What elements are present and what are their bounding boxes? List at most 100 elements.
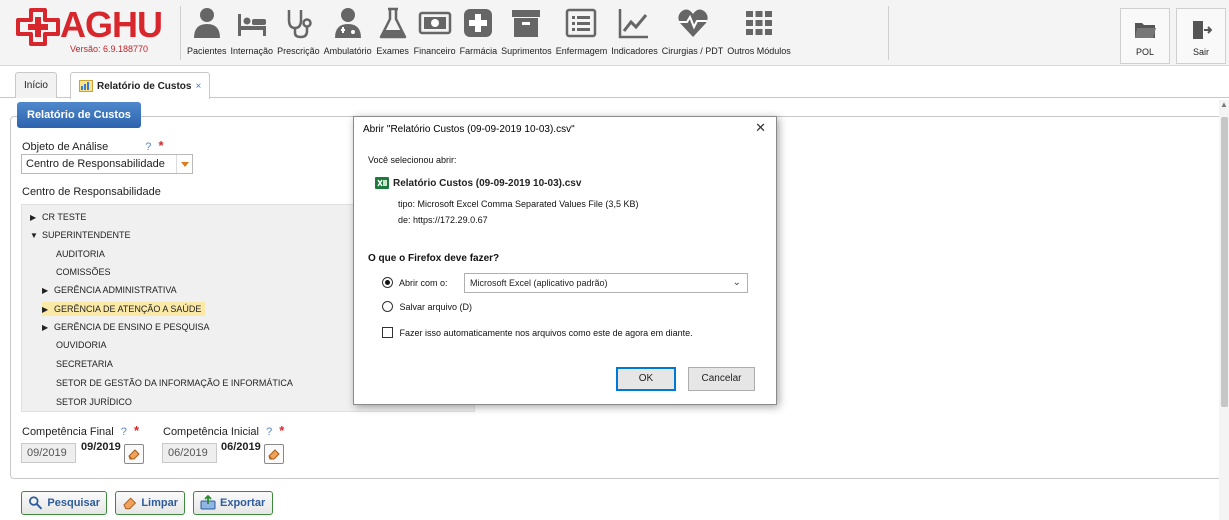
money-icon: [418, 11, 451, 35]
doctor-icon: [334, 8, 361, 38]
cancel-button[interactable]: Cancelar: [688, 367, 755, 391]
chevron-down-icon: [176, 155, 192, 173]
comp-inicial-input[interactable]: 06/2019: [162, 443, 217, 463]
tree-node-secretaria[interactable]: SECRETARIA: [56, 357, 113, 371]
medical-cross-icon: [464, 9, 493, 37]
tree-node-auditoria[interactable]: AUDITORIA: [56, 247, 105, 261]
tree-node-setor-gestao[interactable]: SETOR DE GESTÃO DA INFORMAÇÃO E INFORMÁT…: [56, 376, 293, 390]
caret-right-icon[interactable]: ▶: [42, 284, 50, 298]
dialog-filename: Relatório Custos (09-09-2019 10-03).csv: [375, 177, 581, 189]
save-file-option[interactable]: Salvar arquivo (D): [382, 301, 472, 312]
tab-label: Início: [24, 80, 48, 91]
required-mark: *: [158, 138, 164, 153]
module-label: Cirurgias / PDT: [661, 46, 724, 56]
module-label: Indicadores: [611, 46, 658, 56]
module-label: Prescrição: [277, 46, 320, 56]
required-mark: *: [279, 423, 285, 438]
save-file-radio[interactable]: [382, 301, 393, 312]
limpar-label: Limpar: [141, 497, 178, 509]
dialog-from: de: https://172.29.0.67: [398, 215, 488, 225]
application-select[interactable]: Microsoft Excel (aplicativo padrão) ⌄: [464, 273, 748, 293]
pesquisar-label: Pesquisar: [47, 497, 100, 509]
pol-button[interactable]: POL: [1120, 8, 1170, 64]
sair-button[interactable]: Sair: [1176, 8, 1226, 64]
panel-title: Relatório de Custos: [17, 102, 141, 128]
auto-checkbox[interactable]: [382, 327, 393, 338]
module-suprimentos[interactable]: Suprimentos: [499, 4, 554, 62]
close-icon[interactable]: ✕: [755, 120, 766, 136]
tree-node-label: GERÊNCIA DE ATENÇÃO A SAÚDE: [54, 304, 202, 314]
box-icon: [512, 10, 541, 37]
tab-relatorio-custos[interactable]: Relatório de Custos ×: [70, 72, 211, 99]
tree-node-ger-ensino[interactable]: ▶ GERÊNCIA DE ENSINO E PESQUISA: [42, 320, 210, 334]
comp-final-picker-button[interactable]: [124, 444, 144, 464]
tree-node-comissoes[interactable]: COMISSÕES: [56, 265, 111, 279]
module-label: Suprimentos: [501, 46, 552, 56]
aghu-logo[interactable]: AGHU Versão: 6.9.188770: [12, 4, 172, 60]
folder-icon: [1135, 23, 1156, 38]
tree-node-setor-juridico[interactable]: SETOR JURÍDICO: [56, 395, 132, 409]
dialog-selected-text: Você selecionou abrir:: [368, 155, 457, 165]
tree-node-ger-admin[interactable]: ▶ GERÊNCIA ADMINISTRATIVA: [42, 283, 177, 297]
module-outros[interactable]: Outros Módulos: [725, 4, 793, 62]
tab-inicio[interactable]: Início: [15, 72, 57, 98]
module-cirurgias[interactable]: Cirurgias / PDT: [660, 4, 726, 62]
exportar-button[interactable]: Exportar: [193, 491, 273, 515]
module-label: Financeiro: [413, 46, 456, 56]
tab-bar: Início Relatório de Custos ×: [0, 66, 1229, 99]
open-with-radio[interactable]: [382, 277, 393, 288]
dialog-type: tipo: Microsoft Excel Comma Separated Va…: [398, 199, 638, 209]
ok-button[interactable]: OK: [616, 367, 676, 391]
comp-inicial-value: 06/2019: [221, 441, 261, 453]
auto-label: Fazer isso automaticamente nos arquivos …: [399, 328, 693, 338]
module-farmacia[interactable]: Farmácia: [458, 4, 500, 62]
tree-node-superintendente[interactable]: ▼ SUPERINTENDENTE: [30, 228, 131, 242]
objeto-select[interactable]: Centro de Responsabilidade: [21, 154, 193, 174]
objeto-label: Objeto de Análise ? *: [22, 138, 164, 153]
module-enfermagem[interactable]: Enfermagem: [554, 4, 610, 62]
dialog-filename-text: Relatório Custos (09-09-2019 10-03).csv: [393, 177, 582, 189]
pesquisar-button[interactable]: Pesquisar: [21, 491, 107, 515]
heartbeat-icon: [677, 9, 708, 37]
limpar-button[interactable]: Limpar: [115, 491, 185, 515]
user-icon: [193, 8, 220, 38]
objeto-label-text: Objeto de Análise: [22, 141, 109, 153]
module-indicadores[interactable]: Indicadores: [609, 4, 660, 62]
help-icon[interactable]: ?: [121, 426, 127, 438]
module-financeiro[interactable]: Financeiro: [412, 4, 458, 62]
caret-right-icon[interactable]: ▶: [30, 211, 38, 225]
module-exames[interactable]: Exames: [374, 4, 412, 62]
comp-inicial-label: Competência Inicial ? *: [163, 423, 284, 438]
comp-final-label: Competência Final ? *: [22, 423, 139, 438]
module-pacientes[interactable]: Pacientes: [185, 4, 229, 62]
module-label: Enfermagem: [555, 46, 608, 56]
help-icon[interactable]: ?: [145, 141, 151, 153]
scrollbar-thumb[interactable]: [1221, 117, 1228, 407]
tab-label: Relatório de Custos: [97, 80, 192, 92]
required-mark: *: [133, 423, 140, 438]
module-prescricao[interactable]: Prescrição: [275, 4, 322, 62]
header-divider: [180, 6, 181, 60]
caret-right-icon[interactable]: ▶: [42, 321, 50, 335]
module-ambulatorio[interactable]: Ambulatório: [322, 4, 374, 62]
eraser-icon: [128, 449, 140, 460]
open-with-option[interactable]: Abrir com o:: [382, 277, 448, 288]
chart-line-icon: [619, 9, 649, 39]
scroll-up-icon[interactable]: ▲: [1220, 100, 1228, 109]
comp-final-input[interactable]: 09/2019: [21, 443, 76, 463]
tree-node-ger-atencao[interactable]: ▶ GERÊNCIA DE ATENÇÃO A SAÚDE: [42, 302, 206, 317]
caret-right-icon[interactable]: ▶: [42, 303, 50, 317]
module-internacao[interactable]: Internação: [229, 4, 276, 62]
list-icon: [566, 8, 597, 38]
comp-inicial-picker-button[interactable]: [264, 444, 284, 464]
tree-node-ouvidoria[interactable]: OUVIDORIA: [56, 338, 107, 352]
tree-node-label: GERÊNCIA DE ENSINO E PESQUISA: [54, 322, 210, 332]
module-label: Pacientes: [187, 46, 227, 56]
help-icon[interactable]: ?: [266, 426, 272, 438]
tab-close-icon[interactable]: ×: [195, 81, 201, 92]
tree-node-cr-teste[interactable]: ▶ CR TESTE: [30, 210, 86, 224]
stethoscope-icon: [288, 10, 313, 39]
open-with-label: Abrir com o:: [399, 278, 448, 288]
caret-down-icon[interactable]: ▼: [30, 229, 38, 243]
auto-option[interactable]: Fazer isso automaticamente nos arquivos …: [382, 327, 693, 338]
